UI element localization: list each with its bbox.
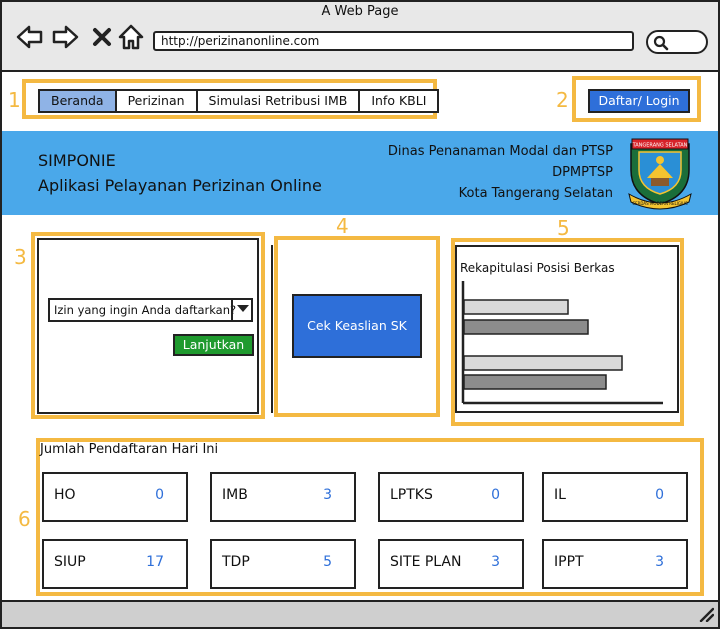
stat-value: 3: [323, 487, 332, 503]
today-registrations-title: Jumlah Pendaftaran Hari Ini: [40, 442, 219, 457]
stat-label: SITE PLAN: [390, 554, 462, 570]
stat-label: IMB: [222, 487, 248, 503]
stat-value: 3: [491, 554, 500, 570]
stat-card: HO 0: [42, 472, 188, 522]
forward-icon[interactable]: [51, 22, 81, 52]
stat-label: LPTKS: [390, 487, 433, 503]
verify-sk-button[interactable]: Cek Keaslian SK: [292, 294, 422, 358]
institution-abbreviation: DPMPTSP: [552, 165, 613, 180]
site-subtitle: Aplikasi Pelayanan Perizinan Online: [38, 176, 322, 195]
address-bar[interactable]: http://perizinanonline.com: [153, 31, 634, 51]
zone-number-5: 5: [557, 216, 570, 240]
stat-value: 0: [155, 487, 164, 503]
browser-search-field[interactable]: [646, 30, 708, 54]
home-icon[interactable]: [116, 22, 146, 52]
stat-card: SIUP 17: [42, 539, 188, 589]
chart-bar: [463, 299, 569, 315]
chart-bar: [463, 319, 589, 335]
zone-number-6: 6: [18, 507, 31, 531]
institution-city: Kota Tangerang Selatan: [458, 186, 613, 201]
nav-item-info-kbli[interactable]: Info KBLI: [360, 91, 438, 111]
continue-button[interactable]: Lanjutkan: [173, 334, 254, 356]
stat-value: 3: [655, 554, 664, 570]
resize-grip-icon[interactable]: [698, 606, 715, 623]
stat-value: 0: [655, 487, 664, 503]
permit-type-select-value: Izin yang ingin Anda daftarkan?: [54, 303, 237, 317]
recap-chart-title: Rekapitulasi Posisi Berkas: [460, 261, 615, 275]
chart-bar: [463, 355, 623, 371]
chevron-down-icon[interactable]: [231, 298, 253, 322]
stat-value: 0: [491, 487, 500, 503]
zone-number-2: 2: [556, 88, 569, 112]
stat-label: TDP: [222, 554, 250, 570]
nav-item-beranda[interactable]: Beranda: [40, 91, 117, 111]
main-nav: Beranda Perizinan Simulasi Retribusi IMB…: [38, 89, 440, 113]
recap-bar-chart: [461, 281, 663, 405]
stat-card: IPPT 3: [542, 539, 688, 589]
city-emblem-logo: TANGERANG SELATAN CERDAS MODERN RELIGIUS: [627, 136, 693, 210]
site-title: SIMPONIE: [38, 151, 116, 170]
back-icon[interactable]: [14, 22, 44, 52]
stat-label: IL: [554, 487, 566, 503]
register-login-button[interactable]: Daftar/ Login: [588, 89, 690, 113]
browser-status-bar: [0, 600, 720, 629]
svg-text:TANGERANG SELATAN: TANGERANG SELATAN: [632, 143, 688, 149]
window-title: A Web Page: [321, 4, 399, 19]
stop-icon[interactable]: [87, 22, 117, 52]
stat-label: SIUP: [54, 554, 86, 570]
institution-name: Dinas Penanaman Modal dan PTSP: [387, 144, 613, 159]
stat-card: LPTKS 0: [378, 472, 524, 522]
stat-label: HO: [54, 487, 76, 503]
stat-card: IL 0: [542, 472, 688, 522]
chart-bar: [463, 374, 607, 390]
stat-card: TDP 5: [210, 539, 356, 589]
stat-value: 17: [146, 554, 164, 570]
stat-card: SITE PLAN 3: [378, 539, 524, 589]
zone-number-4: 4: [336, 214, 349, 238]
zone-number-1: 1: [8, 88, 21, 112]
registration-panel: [37, 238, 259, 414]
nav-item-perizinan[interactable]: Perizinan: [116, 91, 198, 111]
svg-text:CERDAS MODERN RELIGIUS: CERDAS MODERN RELIGIUS: [632, 201, 688, 206]
zone-number-3: 3: [14, 245, 27, 269]
search-icon: [653, 35, 669, 51]
stat-label: IPPT: [554, 554, 584, 570]
permit-type-select[interactable]: Izin yang ingin Anda daftarkan?: [48, 298, 253, 322]
stat-card: IMB 3: [210, 472, 356, 522]
nav-item-simulasi-retribusi-imb[interactable]: Simulasi Retribusi IMB: [197, 91, 361, 111]
stat-value: 5: [323, 554, 332, 570]
